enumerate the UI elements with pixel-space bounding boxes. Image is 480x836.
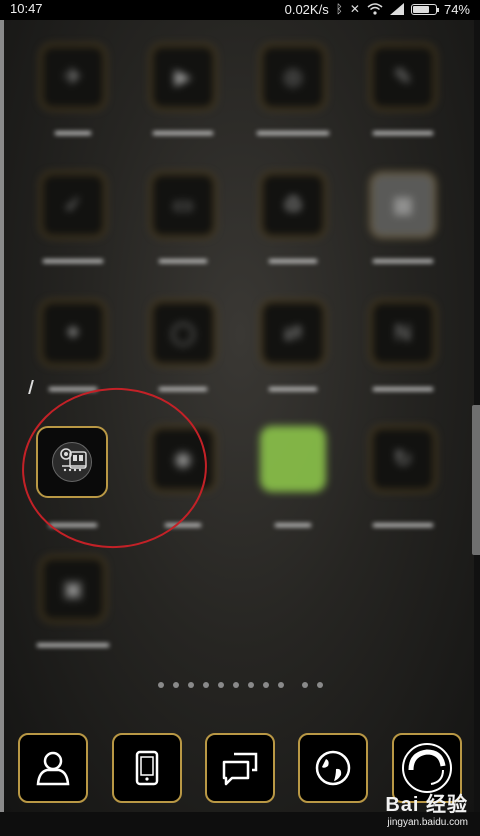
app-label: ▬▬▬▬▬ [153, 124, 213, 138]
browser-button[interactable] [298, 733, 368, 803]
app-label: ▬▬▬ [275, 516, 311, 530]
app-label: ▬▬▬▬ [269, 380, 317, 394]
app-icon-tile: ▶ [150, 44, 216, 110]
app-label: ▬▬▬▬ [159, 252, 207, 266]
app-label: ▬▬▬▬▬ [373, 380, 433, 394]
app-grid: ✈ ▬▬▬ ▶ ▬▬▬▬▬ ◎ ▬▬▬▬▬▬ ✎ ▬▬▬▬▬ ✓ ▬▬▬▬▬ ▭… [0, 0, 480, 680]
app-r5c1[interactable]: ▣ ▬▬▬▬▬▬ [18, 556, 128, 666]
page-dot[interactable] [247, 682, 254, 688]
app-r4c3[interactable]: ▬▬▬ [238, 426, 348, 536]
page-dot[interactable] [277, 682, 284, 688]
app-icon-tile: ⇄ [260, 300, 326, 366]
page-dot[interactable] [232, 682, 239, 688]
app-icon-tile: ▦ [370, 172, 436, 238]
app-icon-tile: ◎ [260, 44, 326, 110]
page-indicator[interactable] [0, 682, 480, 688]
messages-icon [222, 752, 258, 786]
app-r2c1[interactable]: ✓ ▬▬▬▬▬ [18, 172, 128, 282]
app-icon-tile: ♻ [260, 172, 326, 238]
app-label: ▬▬▬▬▬▬ [37, 636, 109, 650]
app-r4c4[interactable]: ↻ ▬▬▬▬▬ [348, 426, 458, 536]
app-r1c2[interactable]: ▶ ▬▬▬▬▬ [128, 44, 238, 154]
app-r3c3[interactable]: ⇄ ▬▬▬▬ [238, 300, 348, 410]
app-icon-tile: ↻ [370, 426, 436, 492]
watermark-logo: Bai 经验 [385, 794, 468, 816]
app-icon-tile: ✓ [40, 172, 106, 238]
app-icon-tile: ▭ [150, 172, 216, 238]
app-label: ▬▬▬ [55, 124, 91, 138]
app-r2c3[interactable]: ♻ ▬▬▬▬ [238, 172, 348, 282]
phone-button[interactable] [112, 733, 182, 803]
baidu-watermark: Bai 经验 jingyan.baidu.com [385, 788, 468, 828]
page-dot[interactable] [217, 682, 224, 688]
app-icon-tile: ◯ [150, 300, 216, 366]
page-dot[interactable] [157, 682, 164, 688]
app-icon-tile: ✈ [40, 44, 106, 110]
messages-button[interactable] [205, 733, 275, 803]
page-dot[interactable] [202, 682, 209, 688]
browser-icon [315, 750, 351, 786]
app-icon-tile: ✎ [370, 44, 436, 110]
app-r1c3[interactable]: ◎ ▬▬▬▬▬▬ [238, 44, 348, 154]
page-dot[interactable] [187, 682, 194, 688]
app-icon-tile: ✦ [40, 300, 106, 366]
watermark-url: jingyan.baidu.com [387, 817, 468, 828]
app-icon-tile: N [370, 300, 436, 366]
android-app-tile [260, 426, 326, 492]
contacts-button[interactable] [18, 733, 88, 803]
app-r2c2[interactable]: ▭ ▬▬▬▬ [128, 172, 238, 282]
page-dot[interactable] [316, 682, 323, 688]
app-r3c4[interactable]: N ▬▬▬▬▬ [348, 300, 458, 410]
app-r2c4[interactable]: ▦ ▬▬▬▬▬ [348, 172, 458, 282]
app-label: ▬▬▬▬▬▬ [257, 124, 329, 138]
page-dot[interactable] [262, 682, 269, 688]
app-label: ▬▬▬▬▬ [373, 124, 433, 138]
app-label: ▬▬▬▬▬ [373, 516, 433, 530]
app-label: ▬▬▬▬▬ [43, 252, 103, 266]
phone-icon [135, 750, 159, 786]
app-icon-tile: ▣ [40, 556, 106, 622]
app-r1c1[interactable]: ✈ ▬▬▬ [18, 44, 128, 154]
page-dot[interactable] [301, 682, 308, 688]
app-label: ▬▬▬▬ [269, 252, 317, 266]
app-label: ▬▬▬▬▬ [373, 252, 433, 266]
contacts-icon [36, 751, 70, 786]
app-r1c4[interactable]: ✎ ▬▬▬▬▬ [348, 44, 458, 154]
page-dot[interactable] [172, 682, 179, 688]
